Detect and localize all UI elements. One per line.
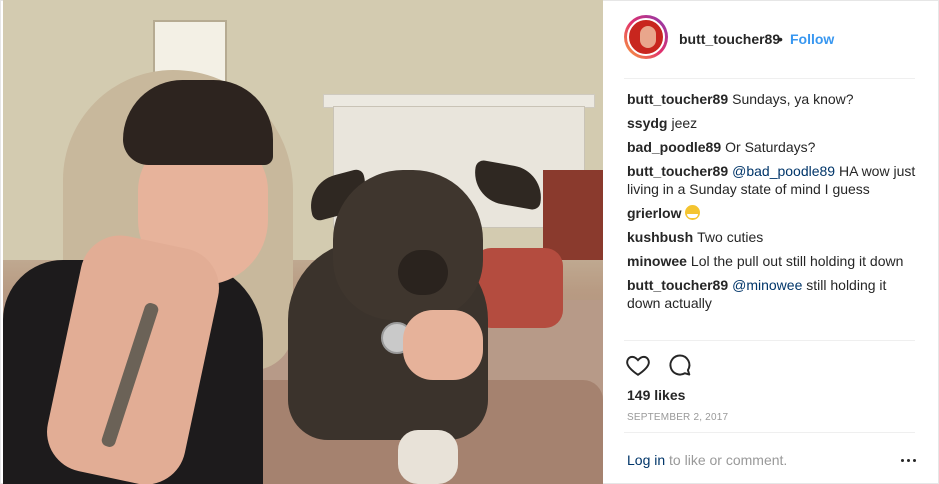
comment-username[interactable]: butt_toucher89 [627,91,728,107]
actions-divider [624,340,915,341]
comments-list: butt_toucher89 Sundays, ya know? ssydg jee… [627,90,923,318]
avatar-image [627,18,665,56]
comment-username[interactable]: minowee [627,253,687,269]
likes-count[interactable]: 149 likes [627,387,685,403]
header-divider [624,78,915,79]
login-link[interactable]: Log in [627,452,665,468]
post-side-panel: butt_toucher89 • Follow butt_toucher89 Su… [603,0,938,484]
comment-text: jeez [671,115,698,131]
photo-cabinet [543,170,603,260]
comment-username[interactable]: kushbush [627,229,693,245]
comment-username[interactable]: bad_poodle89 [627,139,721,155]
comment-username[interactable]: butt_toucher89 [627,163,728,179]
heart-icon[interactable] [625,352,651,378]
login-text: to like or comment. [665,452,788,468]
comment-mention[interactable]: @bad_poodle89 [732,163,835,179]
footer-divider [624,432,915,433]
comment-text: Sundays, ya know? [732,91,854,107]
comment-mention[interactable]: @minowee [732,277,802,293]
comment-icon[interactable] [667,352,693,378]
photo-dog-paw [398,430,458,484]
post-header: butt_toucher89 • Follow [603,0,938,78]
comment-username[interactable]: grierlow [627,205,681,221]
comment-item: butt_toucher89 @minowee still holding it … [627,276,923,312]
comment-item: minowee Lol the pull out still holding it… [627,252,923,270]
post-date[interactable]: SEPTEMBER 2, 2017 [627,412,728,423]
photo-dog-head [333,170,483,320]
grinning-face-emoji-icon [685,205,701,220]
comment-username[interactable]: ssydg [627,115,667,131]
comment-item: grierlow [627,204,923,222]
comment-text: Two cuties [697,229,764,245]
comment-text: Lol the pull out still holding it down [690,253,904,269]
comment-username[interactable]: butt_toucher89 [627,277,728,293]
author-avatar[interactable] [624,15,668,59]
photo-person-bangs [123,80,273,165]
more-options-icon[interactable] [899,452,919,468]
header-separator: • [778,31,783,47]
photo-person-hand [403,310,483,380]
comment-text: Or Saturdays? [725,139,816,155]
comment-item: butt_toucher89 Sundays, ya know? [627,90,923,108]
comment-item: butt_toucher89 @bad_poodle89 HA wow just … [627,162,923,198]
post-photo[interactable] [3,0,603,484]
author-username[interactable]: butt_toucher89 [679,31,780,47]
photo-dog-snout [398,250,448,295]
comment-item: bad_poodle89 Or Saturdays? [627,138,923,156]
comment-item: kushbush Two cuties [627,228,923,246]
follow-button[interactable]: Follow [790,31,834,47]
login-prompt: Log in to like or comment. [627,452,787,468]
comment-item: ssydg jeez [627,114,923,132]
